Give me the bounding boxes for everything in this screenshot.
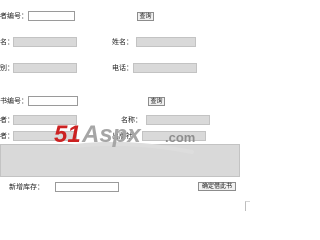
- name-label: 姓名：: [112, 38, 133, 46]
- author-row-label: 者：: [0, 116, 14, 124]
- partial-edge-control: [245, 201, 250, 211]
- reader-id-input[interactable]: [28, 11, 75, 21]
- reader-field-2[interactable]: [13, 37, 77, 47]
- publisher-label: 出版社：: [112, 132, 140, 140]
- reader-id-label: 者编号：: [0, 12, 28, 20]
- gender-row-label: 别：: [0, 64, 14, 72]
- publisher-field[interactable]: [142, 131, 206, 141]
- copies-input[interactable]: [55, 182, 119, 192]
- book-id-input[interactable]: [28, 96, 78, 106]
- phone-label: 电话：: [112, 64, 133, 72]
- book-id-label: 书编号：: [0, 97, 28, 105]
- book-description-textarea[interactable]: [0, 144, 240, 177]
- book-field-2[interactable]: [13, 115, 77, 125]
- confirm-borrow-button[interactable]: 确定借此书: [198, 182, 236, 191]
- reader-query-button[interactable]: 查询: [137, 12, 154, 21]
- book-row3-label: 者：: [0, 132, 14, 140]
- phone-field[interactable]: [133, 63, 197, 73]
- book-field-3[interactable]: [13, 131, 77, 141]
- gender-field[interactable]: [13, 63, 77, 73]
- book-title-label: 名称：: [121, 116, 142, 124]
- copies-label: 新增库存：: [9, 183, 44, 191]
- book-title-field[interactable]: [146, 115, 210, 125]
- reader-name-row-label: 名：: [0, 38, 14, 46]
- name-field[interactable]: [136, 37, 196, 47]
- book-query-button[interactable]: 查询: [148, 97, 165, 106]
